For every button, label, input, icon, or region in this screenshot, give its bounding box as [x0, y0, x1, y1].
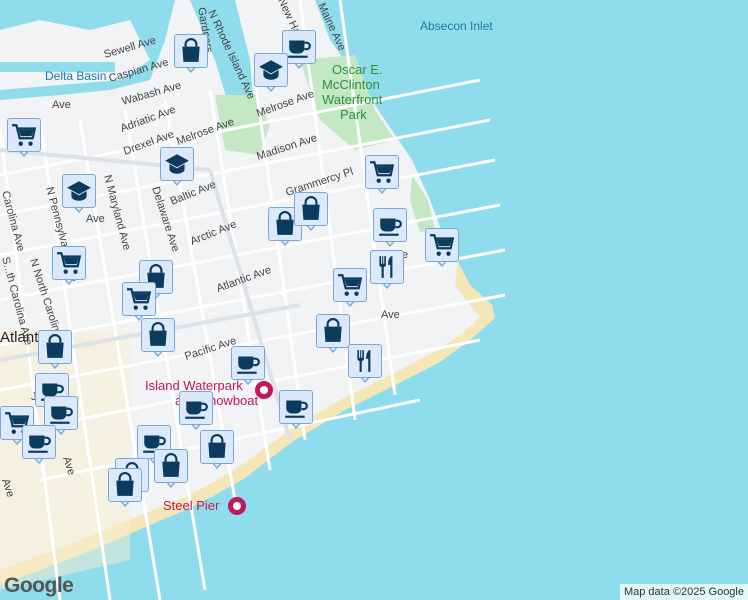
school-marker[interactable]: [160, 147, 194, 187]
shopping-cart-icon: [52, 246, 86, 280]
shopping-bag-marker[interactable]: [200, 430, 234, 470]
shopping-bag-marker[interactable]: [108, 468, 142, 508]
grocery-marker[interactable]: [365, 155, 399, 195]
shopping-bag-marker[interactable]: [154, 449, 188, 489]
shopping-cart-icon: [333, 268, 367, 302]
park-label-1: Oscar E.: [332, 62, 383, 77]
steel-pier-label: Steel Pier: [163, 498, 220, 513]
coffee-cup-icon: [373, 208, 407, 242]
street-fragment-ave-3: Ave: [381, 309, 400, 321]
shopping-bag-icon: [316, 314, 350, 348]
map-attribution: Map data ©2025 Google: [619, 584, 748, 600]
absecon-inlet-label: Absecon Inlet: [420, 19, 493, 33]
restaurant-marker[interactable]: [370, 250, 404, 290]
graduation-cap-icon: [254, 53, 288, 87]
shopping-cart-icon: [7, 118, 41, 152]
shopping-bag-marker[interactable]: [316, 314, 350, 354]
coffee-marker[interactable]: [179, 391, 213, 431]
coffee-cup-icon: [179, 391, 213, 425]
fork-knife-icon: [370, 250, 404, 284]
shopping-bag-icon: [200, 430, 234, 464]
delta-basin-label: Delta Basin: [45, 69, 106, 83]
grocery-marker[interactable]: [122, 282, 156, 322]
school-marker[interactable]: [254, 53, 288, 93]
coffee-marker[interactable]: [231, 346, 265, 386]
street-fragment-ave-2: Ave: [86, 213, 105, 225]
grocery-marker[interactable]: [425, 228, 459, 268]
shopping-bag-icon: [141, 318, 175, 352]
shopping-bag-icon: [108, 468, 142, 502]
google-logo: Google: [4, 574, 74, 597]
coffee-cup-icon: [231, 346, 265, 380]
park-label-2: McClinton: [322, 77, 380, 92]
coffee-cup-icon: [22, 425, 56, 459]
shopping-cart-icon: [122, 282, 156, 316]
fork-knife-icon: [348, 344, 382, 378]
shopping-cart-icon: [365, 155, 399, 189]
shopping-bag-marker[interactable]: [294, 192, 328, 232]
shopping-bag-marker[interactable]: [174, 34, 208, 74]
waterpark-poi-icon-center: [260, 386, 268, 394]
coffee-marker[interactable]: [22, 425, 56, 465]
coffee-marker[interactable]: [279, 390, 313, 430]
coffee-cup-icon: [279, 390, 313, 424]
map-canvas[interactable]: Absecon Inlet Delta Basin Oscar E. McCli…: [0, 0, 748, 600]
shopping-bag-icon: [38, 330, 72, 364]
shopping-cart-icon: [425, 228, 459, 262]
grocery-marker[interactable]: [7, 118, 41, 158]
school-marker[interactable]: [62, 174, 96, 214]
grocery-marker[interactable]: [333, 268, 367, 308]
restaurant-marker[interactable]: [348, 344, 382, 384]
graduation-cap-icon: [160, 147, 194, 181]
shopping-bag-icon: [174, 34, 208, 68]
graduation-cap-icon: [62, 174, 96, 208]
shopping-bag-marker[interactable]: [38, 330, 72, 370]
steel-pier-poi-icon-center: [233, 502, 241, 510]
street-fragment-ave-1: Ave: [52, 99, 71, 111]
shopping-bag-icon: [294, 192, 328, 226]
grocery-marker[interactable]: [52, 246, 86, 286]
park-label-3: Waterfront: [322, 92, 383, 107]
coffee-marker[interactable]: [373, 208, 407, 248]
park-label-4: Park: [340, 107, 367, 122]
shopping-bag-icon: [154, 449, 188, 483]
shopping-bag-marker[interactable]: [141, 318, 175, 358]
